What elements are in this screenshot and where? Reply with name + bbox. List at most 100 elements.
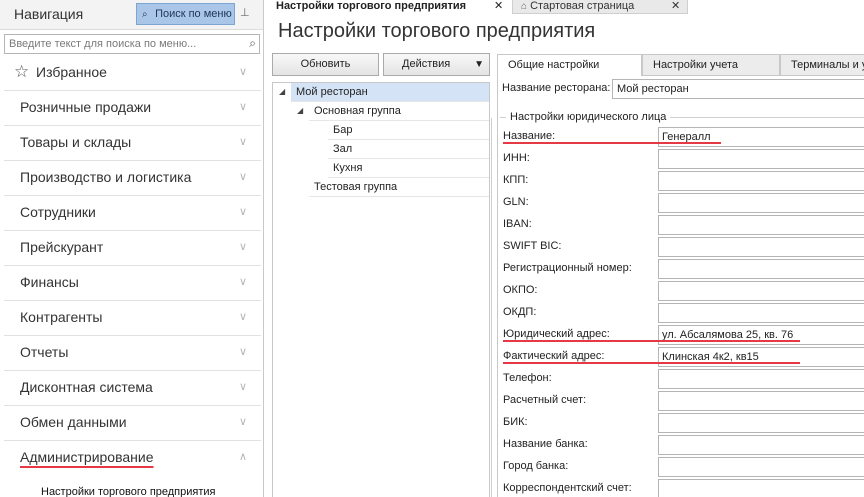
expanded-triangle-icon[interactable]: ◢ [297, 102, 303, 120]
field-label: Название банка: [503, 438, 588, 450]
field-row-bank-city: Город банка: [503, 457, 864, 477]
field-row-kpp: КПП: [503, 171, 864, 191]
chevron-down-icon: ∨ [238, 381, 247, 393]
phone-field[interactable] [658, 369, 864, 389]
field-label: Регистрационный номер: [503, 262, 632, 274]
legal-address-field[interactable]: ул. Абсалямова 25, кв. 76 [658, 325, 864, 345]
field-label: Город банка: [503, 460, 569, 472]
bank-city-field[interactable] [658, 457, 864, 477]
tree-node-my-restaurant[interactable]: ◢ Мой ресторан [279, 83, 489, 102]
pin-icon[interactable]: ⊥ [240, 6, 250, 19]
bik-field[interactable] [658, 413, 864, 433]
swift-bic-field[interactable] [658, 237, 864, 257]
tab-home[interactable]: ⌂ Стартовая страница ✕ [512, 0, 688, 14]
nav-item-goods-warehouses[interactable]: Товары и склады ∨ [4, 126, 261, 161]
correspondent-account-field[interactable] [658, 479, 864, 497]
bank-name-field[interactable] [658, 435, 864, 455]
field-label: ОКДП: [503, 306, 537, 318]
menu-search-button[interactable]: ⌕ Поиск по меню [136, 3, 235, 25]
field-row-correspondent-account: Корреспондентский счет: [503, 479, 864, 497]
navigation-title: Навигация [14, 6, 84, 22]
field-label: Корреспондентский счет: [503, 482, 632, 494]
field-label: GLN: [503, 196, 529, 208]
field-row-checking-account: Расчетный счет: [503, 391, 864, 411]
field-label: Фактический адрес: [503, 350, 605, 362]
tree-node-test-group[interactable]: Тестовая группа [309, 178, 489, 197]
annotation-underline [503, 142, 721, 144]
menu-search-box: ⌕ [4, 34, 260, 54]
nav-item-label: Сотрудники [20, 204, 96, 220]
close-icon[interactable]: ✕ [671, 0, 680, 12]
field-row-actual-address: Фактический адрес: Клинская 4к2, кв15 [503, 347, 864, 367]
nav-item-finance[interactable]: Финансы ∨ [4, 266, 261, 301]
registration-number-field[interactable] [658, 259, 864, 279]
refresh-button[interactable]: Обновить [272, 53, 379, 76]
nav-item-administration[interactable]: Администрирование ∧ [4, 441, 261, 476]
caret-down-icon: ▼ [474, 59, 484, 70]
navigation-menu: ☆ Избранное ∨ Розничные продажи ∨ Товары… [4, 56, 261, 497]
okpo-field[interactable] [658, 281, 864, 301]
field-label: Название: [503, 130, 556, 142]
iban-field[interactable] [658, 215, 864, 235]
nav-item-retail[interactable]: Розничные продажи ∨ [4, 91, 261, 126]
tree-node-hall[interactable]: Зал [328, 140, 489, 159]
field-row-legal-address: Юридический адрес: ул. Абсалямова 25, кв… [503, 325, 864, 345]
okdp-field[interactable] [658, 303, 864, 323]
page-title: Настройки торгового предприятия [278, 20, 596, 42]
chevron-down-icon: ∨ [238, 276, 247, 288]
search-icon: ⌕ [142, 9, 148, 20]
field-row-bank-name: Название банка: [503, 435, 864, 455]
nav-subitem-enterprise-settings[interactable]: Настройки торгового предприятия [4, 476, 261, 497]
gln-field[interactable] [658, 193, 864, 213]
restaurant-tree: ◢ Мой ресторан ◢ Основная группа Бар Зал… [272, 82, 490, 497]
nav-item-discount-system[interactable]: Дисконтная система ∨ [4, 371, 261, 406]
field-row-phone: Телефон: [503, 369, 864, 389]
field-label: ОКПО: [503, 284, 538, 296]
document-tab-bar: Настройки торгового предприятия ✕ ⌂ Стар… [270, 0, 864, 14]
field-row-bik: БИК: [503, 413, 864, 433]
nav-item-favorites[interactable]: ☆ Избранное ∨ [4, 56, 261, 91]
tab-enterprise-settings[interactable]: Настройки торгового предприятия ✕ [270, 0, 510, 14]
chevron-down-icon: ∨ [238, 101, 247, 113]
nav-item-label: Товары и склады [20, 134, 132, 150]
actions-button-label: Действия [402, 58, 451, 70]
field-row-swift: SWIFT BIC: [503, 237, 864, 257]
expanded-triangle-icon[interactable]: ◢ [279, 83, 285, 101]
nav-item-price-list[interactable]: Прейскурант ∨ [4, 231, 261, 266]
tree-node-main-group[interactable]: ◢ Основная группа [297, 102, 489, 121]
restaurant-name-field[interactable]: Мой ресторан [612, 79, 864, 99]
tab-general-settings[interactable]: Общие настройки [497, 54, 642, 76]
inn-field[interactable] [658, 149, 864, 169]
nav-item-counterparties[interactable]: Контрагенты ∨ [4, 301, 261, 336]
search-icon[interactable]: ⌕ [249, 36, 256, 51]
nav-item-label: Прейскурант [20, 239, 104, 255]
nav-item-label: Производство и логистика [20, 169, 192, 185]
tree-node-label: Зал [333, 143, 353, 155]
actual-address-field[interactable]: Клинская 4к2, кв15 [658, 347, 864, 367]
legal-name-field[interactable]: Генералл [658, 127, 864, 147]
checking-account-field[interactable] [658, 391, 864, 411]
close-icon[interactable]: ✕ [494, 0, 503, 12]
nav-item-production-logistics[interactable]: Производство и логистика ∨ [4, 161, 261, 196]
star-icon: ☆ [14, 62, 30, 81]
actions-dropdown-button[interactable]: Действия ▼ [383, 53, 490, 76]
chevron-down-icon: ∨ [238, 136, 247, 148]
nav-item-label: Контрагенты [20, 309, 103, 325]
nav-item-data-exchange[interactable]: Обмен данными ∨ [4, 406, 261, 441]
nav-item-label: Дисконтная система [20, 379, 153, 395]
kpp-field[interactable] [658, 171, 864, 191]
field-label: БИК: [503, 416, 528, 428]
navigation-panel: Навигация ⌕ Поиск по меню ⊥ ⌕ ☆ Избранно… [0, 0, 264, 497]
field-row-okdp: ОКДП: [503, 303, 864, 323]
field-label: IBAN: [503, 218, 532, 230]
tab-terminals[interactable]: Терминалы и у [780, 54, 864, 76]
menu-search-input[interactable] [5, 35, 239, 53]
tab-accounting-settings[interactable]: Настройки учета [642, 54, 780, 76]
field-row-gln: GLN: [503, 193, 864, 213]
nav-item-reports[interactable]: Отчеты ∨ [4, 336, 261, 371]
tree-node-label: Кухня [333, 162, 363, 174]
tree-node-kitchen[interactable]: Кухня [328, 159, 489, 178]
tree-node-bar[interactable]: Бар [328, 121, 489, 140]
field-label: ИНН: [503, 152, 530, 164]
nav-item-employees[interactable]: Сотрудники ∨ [4, 196, 261, 231]
